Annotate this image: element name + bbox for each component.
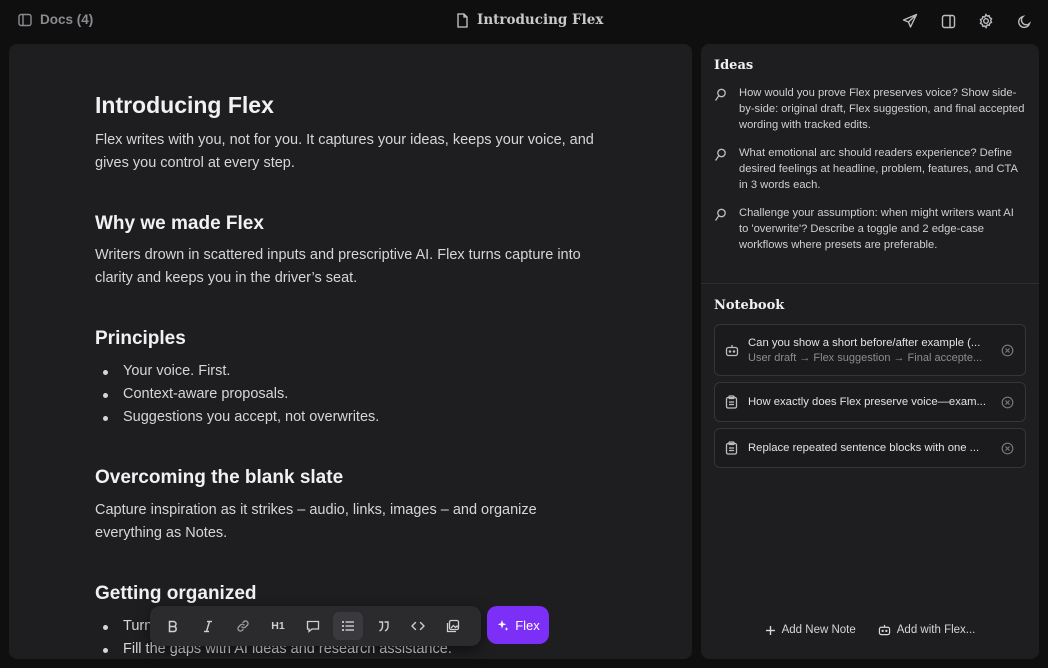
notebook-title: Notebook <box>714 298 785 313</box>
theme-icon[interactable] <box>1014 11 1034 31</box>
idea-text: What emotional arc should readers experi… <box>739 147 1018 191</box>
section-body: Capture inspiration as it strikes – audi… <box>95 501 537 541</box>
remove-note-icon[interactable] <box>1001 442 1015 455</box>
idea-item[interactable]: What emotional arc should readers experi… <box>714 145 1026 193</box>
document-icon <box>456 12 469 28</box>
bullet-list-icon[interactable] <box>333 612 363 640</box>
section-principles: Principles Your voice. First. Context-aw… <box>95 328 595 429</box>
section-body: Writers drown in scattered inputs and pr… <box>95 247 581 287</box>
bold-icon[interactable] <box>158 612 188 640</box>
idea-text: Challenge your assumption: when might wr… <box>739 207 1014 251</box>
section-blank-slate: Overcoming the blank slate Capture inspi… <box>95 467 595 545</box>
note-card[interactable]: Replace repeated sentence blocks with on… <box>714 428 1026 468</box>
ideas-title: Ideas <box>714 58 754 73</box>
idea-item[interactable]: How would you prove Flex preserves voice… <box>714 85 1026 133</box>
list-item: Suggestions you accept, not overwrites. <box>95 406 595 429</box>
section-heading: Principles <box>95 328 186 350</box>
sidebar-icon <box>18 13 32 27</box>
send-icon[interactable] <box>900 11 920 31</box>
docs-count-label: Docs (4) <box>40 12 94 27</box>
quote-icon[interactable] <box>368 612 398 640</box>
comment-icon[interactable] <box>298 612 328 640</box>
idea-text: How would you prove Flex preserves voice… <box>739 87 1025 131</box>
section-heading: Overcoming the blank slate <box>95 467 344 489</box>
list-item: Your voice. First. <box>95 360 595 383</box>
sparkle-icon <box>496 619 509 632</box>
idea-item[interactable]: Challenge your assumption: when might wr… <box>714 205 1026 253</box>
format-toolbar: H1 <box>150 606 481 646</box>
clipboard-icon <box>725 395 739 409</box>
lightbulb-icon <box>714 205 730 253</box>
gear-icon[interactable] <box>976 11 996 31</box>
document-body[interactable]: Introducing Flex Flex writes with you, n… <box>95 92 595 659</box>
add-new-note-button[interactable]: Add New Note <box>765 624 856 636</box>
section-heading: Why we made Flex <box>95 212 264 234</box>
note-card[interactable]: How exactly does Flex preserve voice—exa… <box>714 382 1026 422</box>
document-title-bar: Introducing Flex <box>456 12 603 28</box>
italic-icon[interactable] <box>193 612 223 640</box>
list-item: Context-aware proposals. <box>95 383 595 406</box>
panel-footer: Add New Note Add with Flex... <box>701 624 1039 636</box>
side-panel: Ideas How would you prove Flex preserves… <box>701 44 1039 659</box>
section-heading: Getting organized <box>95 582 257 604</box>
panel-toggle-icon[interactable] <box>938 11 958 31</box>
flex-button-label: Flex <box>515 617 540 633</box>
editor-pane[interactable]: Introducing Flex Flex writes with you, n… <box>9 44 692 659</box>
doc-intro: Flex writes with you, not for you. It ca… <box>95 131 594 171</box>
note-title: How exactly does Flex preserve voice—exa… <box>748 396 986 408</box>
add-with-flex-label: Add with Flex... <box>896 624 976 636</box>
bullet-list: Your voice. First. Context-aware proposa… <box>95 360 595 429</box>
lightbulb-icon <box>714 145 730 193</box>
divider <box>701 283 1039 284</box>
note-subtitle: User draft → Flex suggestion → Final acc… <box>748 351 983 364</box>
bot-icon <box>725 344 739 357</box>
heading-1-text: H1 <box>271 620 285 632</box>
note-title: Replace repeated sentence blocks with on… <box>748 442 980 454</box>
heading-1-icon[interactable]: H1 <box>263 612 293 640</box>
code-icon[interactable] <box>403 612 433 640</box>
note-title: Can you show a short before/after exampl… <box>748 336 981 349</box>
remove-note-icon[interactable] <box>1001 396 1015 409</box>
gallery-icon[interactable] <box>438 612 468 640</box>
link-icon[interactable] <box>228 612 258 640</box>
clipboard-icon <box>725 441 739 455</box>
add-with-flex-button[interactable]: Add with Flex... <box>878 624 976 636</box>
remove-note-icon[interactable] <box>1001 344 1015 357</box>
doc-title: Introducing Flex <box>95 92 274 118</box>
add-new-note-label: Add New Note <box>781 624 856 636</box>
section-why: Why we made Flex Writers drown in scatte… <box>95 213 595 291</box>
flex-ai-button[interactable]: Flex <box>487 606 549 644</box>
lightbulb-icon <box>714 85 730 133</box>
top-bar: Docs (4) Introducing Flex <box>0 0 1048 44</box>
notebook-section: Notebook Can you show a short before/aft… <box>714 298 1026 468</box>
top-actions <box>900 11 1034 31</box>
document-title: Introducing Flex <box>477 12 604 28</box>
bot-icon <box>878 624 891 636</box>
ideas-section: Ideas How would you prove Flex preserves… <box>714 58 1026 253</box>
plus-icon <box>765 625 776 636</box>
docs-toggle[interactable]: Docs (4) <box>18 12 93 27</box>
note-card[interactable]: Can you show a short before/after exampl… <box>714 324 1026 376</box>
